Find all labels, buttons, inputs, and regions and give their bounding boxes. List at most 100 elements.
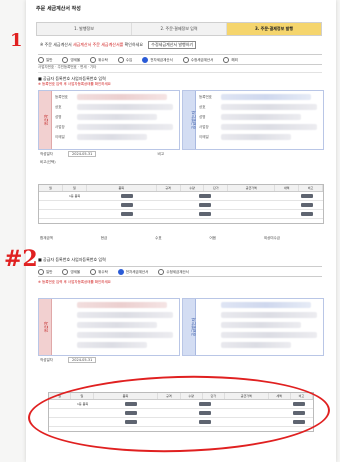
table-header: 월 일 품목 규격 수량 단가 공급가액 세액 비고	[39, 185, 324, 192]
col-header: 품목	[87, 185, 157, 191]
lookup-button[interactable]	[121, 194, 133, 198]
sub-option[interactable]: 면세	[80, 65, 86, 69]
notice-red: 세금계산서 주문 세금계산서를	[72, 42, 124, 47]
buyer-email-field[interactable]	[221, 342, 291, 348]
item-name[interactable]: 1등 품목	[69, 194, 80, 198]
lookup-button[interactable]	[121, 212, 133, 216]
supplier-name-field[interactable]	[77, 312, 173, 318]
table-row: 1등 품목	[39, 192, 323, 201]
buyer-reg-field[interactable]	[221, 302, 311, 308]
row-action-button[interactable]	[301, 194, 313, 198]
date-row-2: 작성일자 2024-05-31	[40, 357, 97, 363]
notice-line: ※ 주문 세금계산서 세금계산서 주문 세금계산서를 확인하세요 수정세금계산서…	[40, 41, 197, 49]
buyer-name-field[interactable]	[221, 312, 317, 318]
step-3[interactable]: 3. 주문·결제정보 발행	[227, 23, 321, 35]
date-input[interactable]: 2024-05-31	[68, 151, 97, 157]
buyer-ceo-field[interactable]	[221, 322, 301, 328]
supplier-label: 공급자	[43, 321, 49, 333]
step-indicator: 1. 발행정보 2. 주문·결제정보 입력 3. 주문·결제정보 발행	[36, 22, 322, 36]
field-label: 성명	[199, 115, 206, 119]
field-label: 사업장	[199, 125, 209, 129]
field-label: 상호	[55, 105, 62, 109]
buyer-address-field[interactable]	[221, 124, 317, 130]
date-label: 작성일자	[40, 152, 53, 156]
calc-button[interactable]	[199, 203, 211, 207]
col-header: 단가	[204, 185, 229, 191]
supplier-email-field[interactable]	[77, 342, 147, 348]
field-label: 성명	[55, 115, 62, 119]
radio-option-selected[interactable]: 전자세금계산서	[117, 268, 148, 275]
supplier-reg-field[interactable]	[77, 94, 167, 100]
supplier-box: 공급자 등록번호 상호 성명 사업장 이메일	[38, 90, 180, 150]
page-title: 주문 세금계산서 작성	[36, 6, 81, 12]
buyer-ceo-field[interactable]	[221, 114, 301, 120]
step-2[interactable]: 2. 주문·결제정보 입력	[132, 23, 227, 35]
supplier-ceo-field[interactable]	[77, 114, 157, 120]
col-header: 규격	[157, 185, 181, 191]
summary-row: 합계금액 현금 수표 어음 외상미수금	[40, 236, 280, 241]
radio-option-selected[interactable]: 전자세금계산서	[142, 56, 173, 63]
notice-suffix: 확인하세요	[124, 42, 144, 47]
reissue-button[interactable]: 수정세금계산서 발행하기	[148, 41, 197, 49]
col-header: 비고	[299, 185, 324, 191]
buyer-email-field[interactable]	[221, 134, 291, 140]
radio-option[interactable]: 일반	[38, 268, 52, 275]
summary-cell: 현금	[100, 236, 108, 240]
summary-cell: 외상미수금	[263, 236, 280, 240]
type-radio-row-2: 일반 영세율 위수탁 전자세금계산서 수정세금계산서	[38, 266, 322, 277]
buyer-name-field[interactable]	[221, 104, 317, 110]
radio-option[interactable]: 해외	[223, 56, 238, 63]
supplier-reg-field[interactable]	[77, 302, 167, 308]
row-action-button[interactable]	[301, 212, 313, 216]
row-action-button[interactable]	[301, 203, 313, 207]
sub-option[interactable]: 기타	[90, 65, 96, 69]
radio-option[interactable]: 수정세금계산서	[158, 268, 189, 275]
radio-option[interactable]: 영세율	[62, 268, 80, 275]
col-header: 수량	[181, 185, 205, 191]
note-label: 비고	[157, 152, 164, 156]
date-row: 작성일자 2024-05-31 비고	[40, 151, 164, 157]
field-label: 이메일	[55, 135, 65, 139]
field-label: 등록번호	[199, 95, 212, 99]
handwritten-mark-one: 1	[10, 30, 23, 51]
date-input[interactable]: 2024-05-31	[68, 357, 97, 363]
type-radio-row: 일반 영세율 위수탁 수입 전자세금계산서 수정세금계산서 해외	[38, 54, 322, 65]
remark-label: 비고(선택)	[40, 160, 56, 164]
radio-option[interactable]: 일반	[38, 56, 52, 63]
sub-option[interactable]: 주민등록번호	[57, 65, 76, 69]
radio-option[interactable]: 영세율	[62, 56, 80, 63]
step-1[interactable]: 1. 발행정보	[37, 23, 132, 35]
summary-cell: 수표	[155, 236, 162, 240]
field-label: 상호	[199, 105, 206, 109]
supplier-email-field[interactable]	[77, 134, 147, 140]
field-label: 등록번호	[55, 95, 68, 99]
handwritten-mark-two: #2	[4, 246, 38, 272]
buyer-reg-field[interactable]	[221, 94, 311, 100]
lookup-button[interactable]	[121, 203, 133, 207]
calc-button[interactable]	[199, 194, 211, 198]
field-label: 이메일	[199, 135, 209, 139]
radio-option[interactable]: 수정세금계산서	[182, 56, 213, 63]
section2-red-note: ※ 등록번호 입력 후 사업자등록상태를 확인하세요	[38, 280, 111, 284]
buyer-label: 공급받는자	[191, 110, 197, 130]
radio-option[interactable]: 수입	[117, 56, 132, 63]
sub-option[interactable]: 사업자번호	[38, 65, 54, 69]
supplier-name-field[interactable]	[77, 104, 173, 110]
supplier-ceo-field[interactable]	[77, 322, 157, 328]
supplier-address-field[interactable]	[77, 332, 173, 338]
summary-cell: 어음	[209, 236, 216, 240]
table-row	[39, 210, 323, 219]
col-header: 세액	[275, 185, 300, 191]
field-label: 사업장	[55, 125, 65, 129]
buyer-box-2: 공급받는자	[182, 298, 324, 356]
radio-option[interactable]: 위수탁	[90, 268, 108, 275]
table-row	[39, 201, 323, 210]
section2-heading: ■ 공급자 등록번호 사업자등록번호 입력	[38, 257, 106, 262]
date-label: 작성일자	[40, 358, 53, 362]
supplier-address-field[interactable]	[77, 124, 173, 130]
items-table-1: 월 일 품목 규격 수량 단가 공급가액 세액 비고 1등 품목	[38, 184, 324, 224]
buyer-address-field[interactable]	[221, 332, 317, 338]
calc-button[interactable]	[199, 212, 211, 216]
buyer-box: 공급받는자 등록번호 상호 성명 사업장 이메일	[182, 90, 324, 150]
radio-option[interactable]: 위수탁	[90, 56, 108, 63]
